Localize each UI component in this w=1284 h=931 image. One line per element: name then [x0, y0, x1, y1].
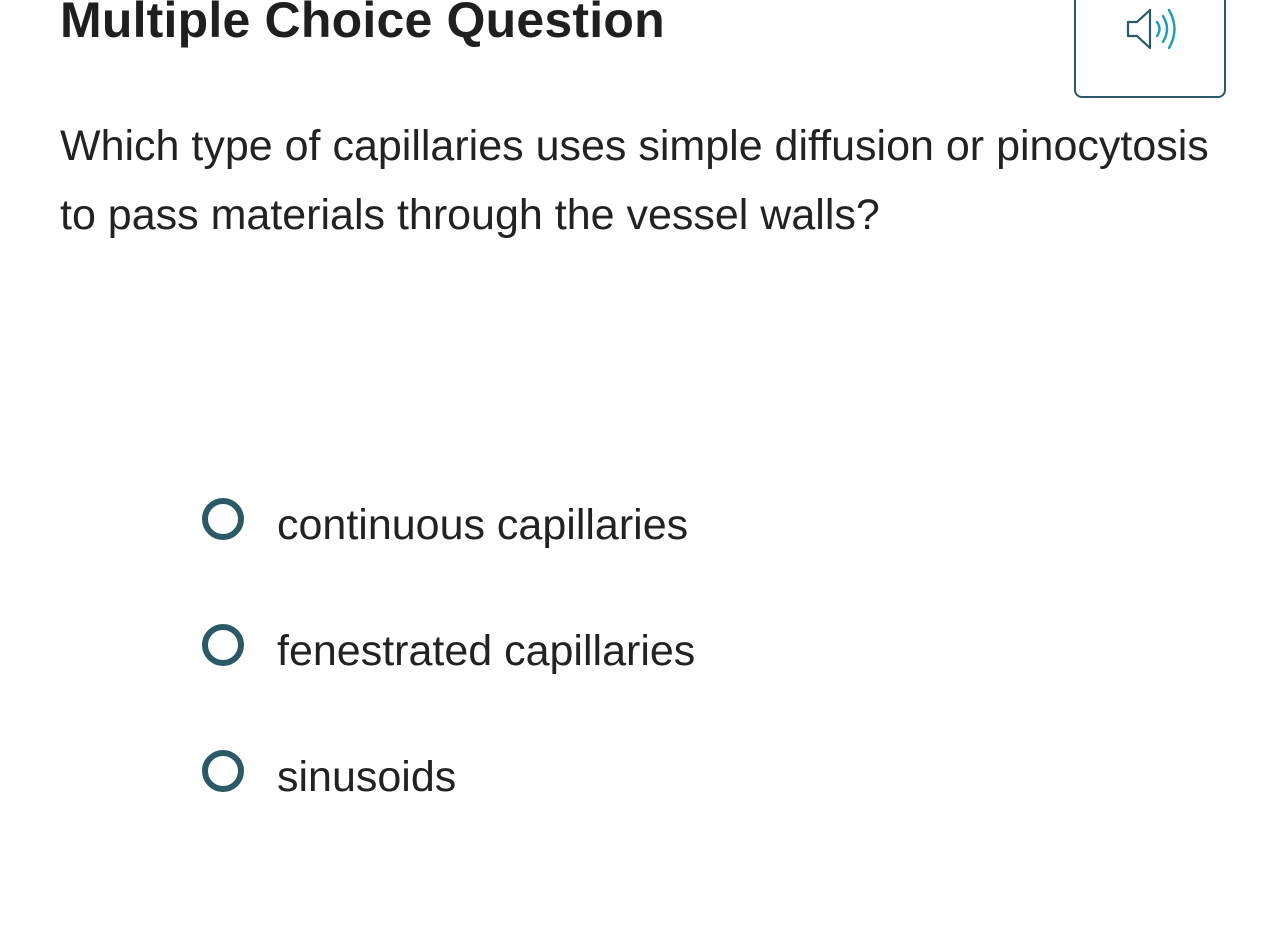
answer-option-continuous-capillaries[interactable]: continuous capillaries [202, 462, 1102, 588]
answer-option-fenestrated-capillaries[interactable]: fenestrated capillaries [202, 588, 1102, 714]
question-page: Multiple Choice Question Which type of c… [0, 0, 1284, 931]
question-text: Which type of capillaries uses simple di… [60, 122, 1209, 239]
radio-button[interactable] [202, 498, 244, 540]
speaker-icon [1126, 8, 1176, 50]
radio-button[interactable] [202, 750, 244, 792]
answer-options: continuous capillaries fenestrated capil… [202, 490, 1102, 840]
answer-option-label: fenestrated capillaries [277, 627, 696, 675]
answer-option-label: sinusoids [277, 753, 457, 801]
answer-option-sinusoids[interactable]: sinusoids [202, 714, 1102, 840]
read-aloud-button[interactable] [1074, 0, 1226, 98]
answer-option-label: continuous capillaries [277, 501, 689, 549]
radio-button[interactable] [202, 624, 244, 666]
page-title: Multiple Choice Question [60, 0, 665, 48]
